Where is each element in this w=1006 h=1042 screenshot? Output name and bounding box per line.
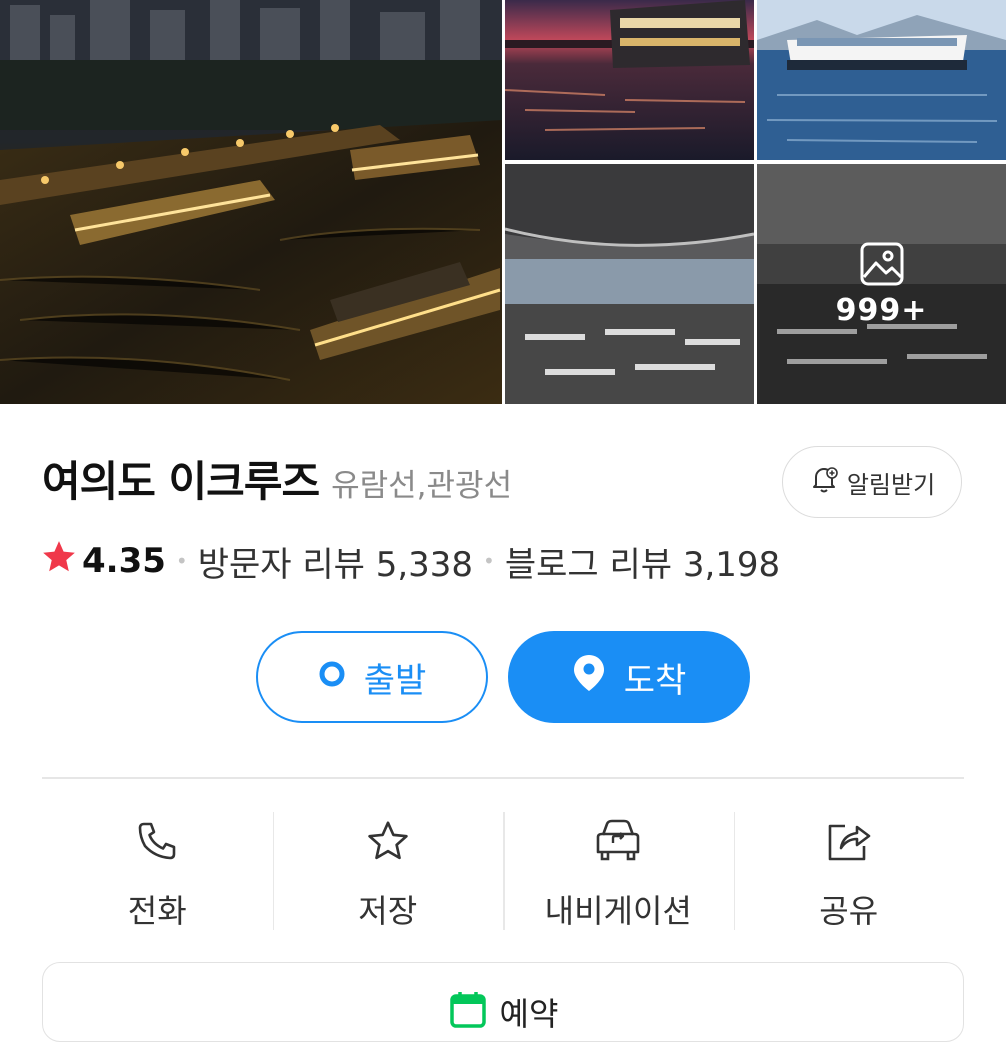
- call-action[interactable]: 전화: [42, 810, 273, 932]
- separator-dot: •: [175, 549, 188, 573]
- car-navigation-icon: [593, 814, 643, 868]
- save-action[interactable]: 저장: [272, 810, 504, 932]
- place-name: 여의도 이크루즈: [42, 457, 320, 506]
- alarm-button[interactable]: 알림받기: [782, 446, 962, 518]
- alarm-label: 알림받기: [846, 470, 936, 499]
- bell-plus-icon: [809, 464, 839, 500]
- star-outline-icon: [365, 814, 411, 868]
- rating-score: 4.35: [82, 541, 166, 581]
- phone-icon: [135, 814, 179, 868]
- navigation-label: 내비게이션: [544, 892, 692, 930]
- more-photos-overlay[interactable]: 999+: [757, 164, 1006, 404]
- photo-banquet-hall[interactable]: 999+: [757, 164, 1006, 404]
- visitor-reviews-link[interactable]: 방문자 리뷰 5,338: [198, 537, 473, 586]
- save-label: 저장: [358, 892, 418, 930]
- call-label: 전화: [127, 892, 187, 930]
- rating-row: 4.35 • 방문자 리뷰 5,338 • 블로그 리뷰 3,198: [40, 536, 780, 586]
- blog-reviews-link[interactable]: 블로그 리뷰 3,198: [505, 537, 780, 586]
- place-category: 유람선,관광선: [331, 468, 513, 504]
- photo-gallery: 999+: [0, 0, 1006, 404]
- action-bar: 전화 저장 내비게이션 공유: [42, 810, 964, 932]
- more-photos-count: 999+: [835, 292, 928, 328]
- arrive-label: 도착: [623, 660, 687, 701]
- depart-button[interactable]: 출발: [256, 631, 488, 723]
- arrive-button[interactable]: 도착: [508, 631, 750, 723]
- share-icon: [825, 814, 873, 868]
- image-gallery-icon: [859, 241, 905, 287]
- origin-dot-icon: [318, 657, 346, 697]
- navigation-action[interactable]: 내비게이션: [503, 810, 734, 932]
- depart-label: 출발: [363, 660, 427, 701]
- star-filled-icon: [40, 538, 78, 585]
- calendar-icon: [448, 989, 488, 1037]
- photo-night-cruise-aerial[interactable]: [0, 0, 502, 404]
- section-divider: [42, 777, 964, 779]
- share-label: 공유: [819, 892, 879, 930]
- reservation-card[interactable]: 예약: [42, 962, 964, 1042]
- photo-dining-hall[interactable]: [505, 164, 754, 404]
- share-action[interactable]: 공유: [733, 810, 965, 932]
- photo-daytime-cruise[interactable]: [757, 0, 1006, 160]
- separator-dot: •: [483, 549, 495, 573]
- reservation-label: 예약: [499, 995, 559, 1033]
- photo-sunset-cruise[interactable]: [505, 0, 754, 160]
- location-pin-icon: [572, 653, 606, 702]
- place-title-row: 여의도 이크루즈 유람선,관광선: [42, 448, 512, 508]
